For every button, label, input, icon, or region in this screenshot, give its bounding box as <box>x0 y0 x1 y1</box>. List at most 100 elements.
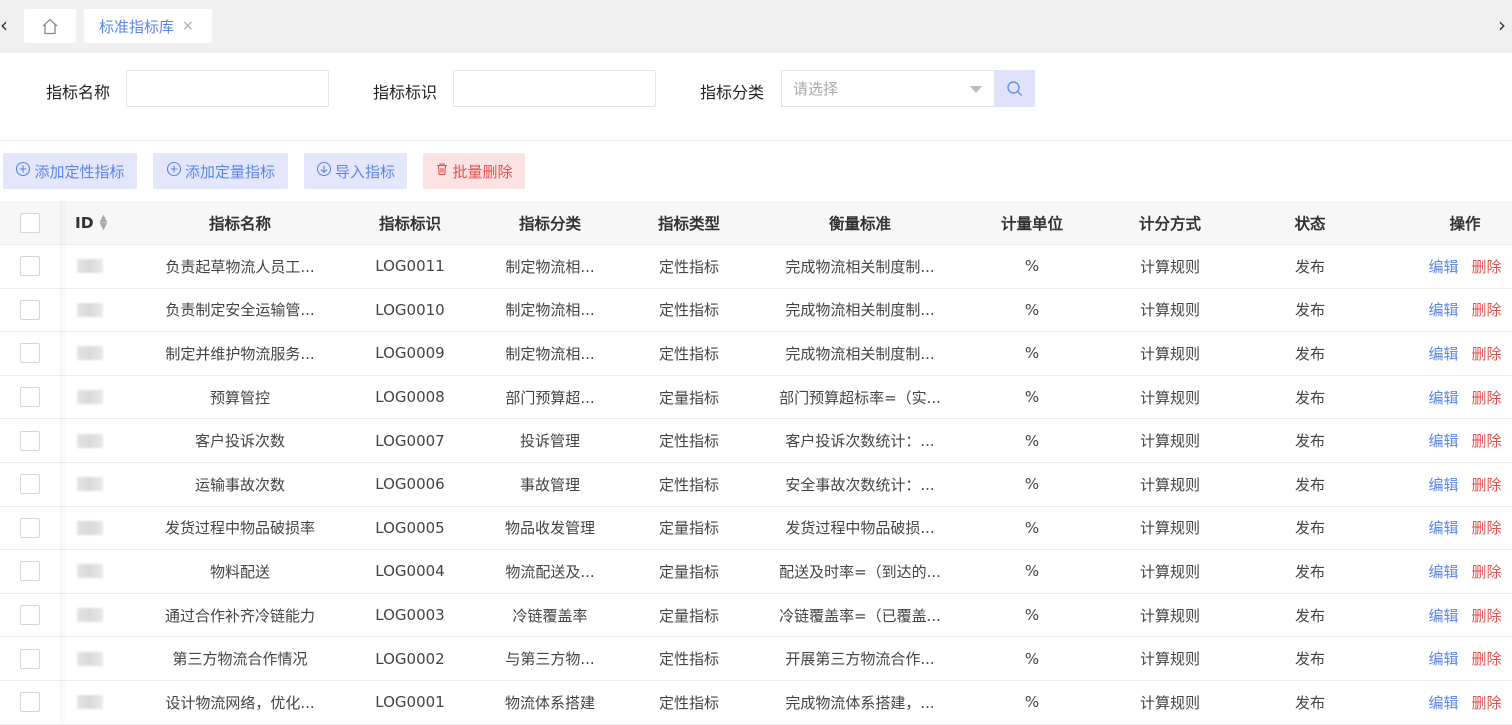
download-circle-icon <box>316 161 332 181</box>
cell-unit: % <box>1024 606 1040 625</box>
cell-standard: 发货过程中物品破损... <box>785 519 935 538</box>
cell-category: 投诉管理 <box>519 432 580 451</box>
row-checkbox[interactable] <box>20 387 40 408</box>
edit-link[interactable]: 编辑 <box>1428 517 1458 538</box>
delete-link[interactable]: 删除 <box>1472 517 1502 538</box>
cell-name: 制定并维护物流服务... <box>165 344 315 363</box>
cell-code: LOG0007 <box>375 431 445 450</box>
cell-type: 定量指标 <box>658 388 719 407</box>
add-quantitative-indicator-button[interactable]: 添加定量指标 <box>153 153 288 189</box>
sort-icon[interactable]: ▲ ▼ <box>100 213 108 231</box>
cell-scoring: 计算规则 <box>1139 650 1200 669</box>
search-form: 指标名称 指标标识 指标分类 请选择 <box>0 53 1512 141</box>
indicator-table: ID ▲ ▼ 指标名称 指标标识 指标分类 指标类型 衡量标准 计量单位 计分方式… <box>0 201 1512 725</box>
tab-close-icon[interactable]: × <box>182 18 194 34</box>
cell-standard: 完成物流相关制度制... <box>785 301 935 320</box>
row-actions: 编辑 删除 <box>1420 376 1510 419</box>
delete-link[interactable]: 删除 <box>1472 474 1502 495</box>
cell-unit: % <box>1024 562 1040 581</box>
caret-down-icon <box>970 86 982 93</box>
table-row: 预算管控 LOG0008 部门预算超... 定量指标 部门预算超标率=（实...% 计算规… <box>0 376 1512 420</box>
tab-standard-indicator-library[interactable]: 标准指标库 × <box>84 9 212 43</box>
edit-link[interactable]: 编辑 <box>1428 299 1458 320</box>
row-checkbox[interactable] <box>20 343 40 364</box>
edit-link[interactable]: 编辑 <box>1428 648 1458 669</box>
edit-link[interactable]: 编辑 <box>1428 430 1458 451</box>
table-row: 制定并维护物流服务... LOG0009 制定物流相... 定性指标 完成物流相关制度制… <box>0 332 1512 376</box>
delete-link[interactable]: 删除 <box>1472 648 1502 669</box>
table-header: ID ▲ ▼ 指标名称 指标标识 指标分类 指标类型 衡量标准 计量单位 计分方式… <box>0 201 1512 245</box>
cell-name: 客户投诉次数 <box>194 432 285 451</box>
row-actions: 编辑 删除 <box>1420 681 1510 724</box>
indicator-name-label: 指标名称 <box>46 83 111 102</box>
row-checkbox[interactable] <box>20 561 40 582</box>
add-qualitative-label: 添加定性指标 <box>34 162 125 181</box>
cell-category: 物流配送及... <box>505 562 595 581</box>
cell-status: 发布 <box>1294 301 1325 320</box>
tab-home[interactable] <box>24 9 76 43</box>
tabs-scroll-right-icon[interactable]: › <box>1498 14 1512 36</box>
row-checkbox[interactable] <box>20 692 40 713</box>
cell-name: 负责制定安全运输管... <box>165 301 315 320</box>
cell-type: 定性指标 <box>658 432 719 451</box>
cell-name: 物料配送 <box>209 562 270 581</box>
table-row: 负责制定安全运输管... LOG0010 制定物流相... 定性指标 完成物流相关制度制… <box>0 289 1512 333</box>
cell-scoring: 计算规则 <box>1139 432 1200 451</box>
row-checkbox[interactable] <box>20 256 40 277</box>
row-id-redacted <box>77 477 103 492</box>
row-checkbox[interactable] <box>20 517 40 538</box>
edit-link[interactable]: 编辑 <box>1428 605 1458 626</box>
edit-link[interactable]: 编辑 <box>1428 343 1458 364</box>
delete-link[interactable]: 删除 <box>1472 692 1502 713</box>
row-checkbox[interactable] <box>20 474 40 495</box>
row-checkbox[interactable] <box>20 430 40 451</box>
row-id-redacted <box>77 346 103 361</box>
header-unit: 计量单位 <box>1000 214 1063 233</box>
row-actions: 编辑 删除 <box>1420 419 1510 462</box>
cell-status: 发布 <box>1294 257 1325 276</box>
select-all-checkbox[interactable] <box>20 212 40 233</box>
delete-link[interactable]: 删除 <box>1472 561 1502 582</box>
search-button[interactable] <box>995 70 1035 107</box>
delete-link[interactable]: 删除 <box>1472 256 1502 277</box>
header-id[interactable]: ID ▲ ▼ <box>75 201 135 244</box>
cell-type: 定性指标 <box>658 475 719 494</box>
cell-standard: 完成物流相关制度制... <box>785 257 935 276</box>
import-indicator-button[interactable]: 导入指标 <box>304 153 407 189</box>
delete-link[interactable]: 删除 <box>1472 387 1502 408</box>
indicator-name-input[interactable] <box>126 70 329 107</box>
add-qualitative-indicator-button[interactable]: 添加定性指标 <box>3 153 137 189</box>
edit-link[interactable]: 编辑 <box>1428 387 1458 408</box>
edit-link[interactable]: 编辑 <box>1428 561 1458 582</box>
indicator-category-select[interactable]: 请选择 <box>781 70 995 107</box>
edit-link[interactable]: 编辑 <box>1428 692 1458 713</box>
row-checkbox[interactable] <box>20 605 40 626</box>
edit-link[interactable]: 编辑 <box>1428 256 1458 277</box>
cell-code: LOG0001 <box>375 693 445 712</box>
cell-type: 定量指标 <box>658 562 719 581</box>
row-id-redacted <box>77 520 103 535</box>
delete-link[interactable]: 删除 <box>1472 605 1502 626</box>
table-row: 第三方物流合作情况 LOG0002 与第三方物... 定性指标 开展第三方物流合作...… <box>0 637 1512 681</box>
tabs-scroll-left-icon[interactable]: ‹ <box>0 14 14 36</box>
cell-standard: 安全事故次数统计：... <box>785 475 935 494</box>
delete-link[interactable]: 删除 <box>1472 299 1502 320</box>
home-icon <box>42 18 58 34</box>
header-actions: 操作 <box>1449 214 1481 233</box>
row-checkbox[interactable] <box>20 299 40 320</box>
cell-code: LOG0005 <box>375 518 445 537</box>
table-row: 发货过程中物品破损率 LOG0005 物品收发管理 定量指标 发货过程中物品破损...%… <box>0 507 1512 551</box>
cell-type: 定性指标 <box>658 344 719 363</box>
plus-circle-icon <box>15 161 31 181</box>
delete-link[interactable]: 删除 <box>1472 430 1502 451</box>
edit-link[interactable]: 编辑 <box>1428 474 1458 495</box>
cell-unit: % <box>1024 257 1040 276</box>
indicator-code-input[interactable] <box>453 70 656 107</box>
row-checkbox[interactable] <box>20 648 40 669</box>
cell-standard: 配送及时率=（到达的... <box>779 562 941 581</box>
row-actions: 编辑 删除 <box>1420 507 1510 550</box>
batch-delete-button[interactable]: 批量删除 <box>423 153 525 189</box>
import-label: 导入指标 <box>334 162 395 181</box>
cell-unit: % <box>1024 388 1040 407</box>
delete-link[interactable]: 删除 <box>1472 343 1502 364</box>
